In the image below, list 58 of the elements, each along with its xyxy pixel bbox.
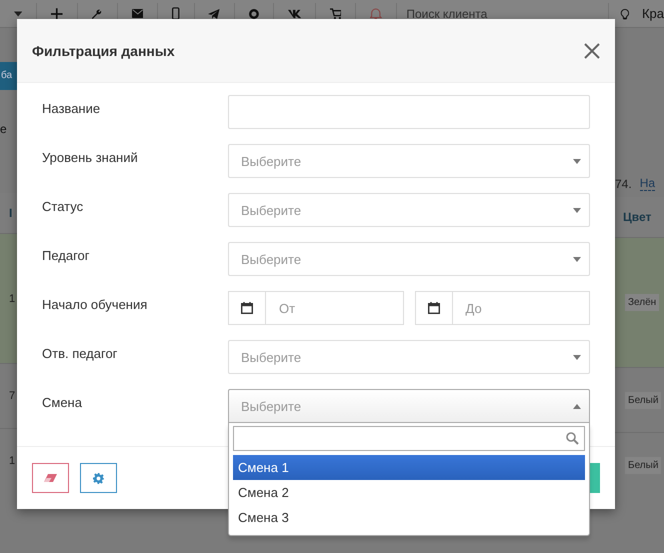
- count-text: 74.: [615, 176, 632, 190]
- search-field[interactable]: [233, 426, 585, 451]
- field-label: Название: [42, 100, 102, 118]
- caret-icon[interactable]: [14, 10, 22, 16]
- clear-button[interactable]: [32, 463, 69, 493]
- mail-icon[interactable]: [132, 8, 144, 19]
- vk-icon[interactable]: [288, 8, 301, 18]
- dialog-title: Фильтрация данных: [32, 42, 175, 58]
- field-label: Смена: [42, 394, 83, 412]
- field-label: Отв. педагог: [42, 345, 118, 363]
- date-field[interactable]: От: [228, 291, 404, 325]
- caret-icon: [573, 354, 581, 360]
- caret-icon: [573, 158, 581, 164]
- eraser-icon: [44, 474, 57, 482]
- settings-link[interactable]: На: [640, 176, 656, 191]
- table-cell: 1: [9, 455, 16, 467]
- select-field[interactable]: Выберите: [228, 242, 590, 276]
- table-cell: 1: [9, 292, 16, 304]
- add-button[interactable]: ба: [0, 62, 17, 90]
- close-icon[interactable]: [584, 42, 600, 58]
- dropdown-option[interactable]: Смена 3: [233, 505, 585, 530]
- phone-icon[interactable]: [172, 6, 180, 21]
- page-text: е: [0, 122, 8, 138]
- ring-icon[interactable]: [248, 6, 259, 20]
- select-field[interactable]: Выберите: [228, 193, 590, 227]
- search-field[interactable]: Поиск клиента: [406, 6, 604, 20]
- gear-icon: [93, 472, 104, 484]
- select-field[interactable]: Выберите: [228, 340, 590, 374]
- paper-plane-icon[interactable]: [208, 8, 220, 20]
- input-field[interactable]: [228, 95, 590, 129]
- color-tag: Зелён: [625, 294, 660, 311]
- settings-button[interactable]: [80, 463, 117, 493]
- field-label: Статус: [42, 198, 84, 216]
- field-label: Начало обучения: [42, 296, 148, 314]
- caret-icon: [573, 404, 581, 408]
- field-label: Педагог: [42, 247, 91, 265]
- table-cell: 7: [9, 390, 16, 402]
- color-tag: Белый: [625, 456, 662, 474]
- calendar-icon: [428, 302, 440, 314]
- column-header: I: [9, 206, 12, 220]
- cart-icon[interactable]: [330, 6, 342, 20]
- bell-icon[interactable]: [370, 6, 382, 21]
- date-field[interactable]: До: [414, 291, 590, 325]
- dropdown-option[interactable]: Смена 1: [233, 455, 585, 480]
- user-label[interactable]: Кра: [642, 6, 664, 21]
- column-header: Цвет: [623, 210, 652, 224]
- search-icon: [566, 432, 579, 445]
- dropdown-option[interactable]: Смена 2: [233, 480, 585, 505]
- caret-icon: [573, 208, 581, 212]
- color-tag: Белый: [625, 392, 662, 408]
- field-label: Уровень знаний: [42, 149, 139, 167]
- select-field[interactable]: Выберите: [228, 389, 590, 423]
- calendar-icon: [241, 302, 253, 314]
- lightbulb-icon: [620, 6, 630, 20]
- select-field[interactable]: Выберите: [228, 144, 590, 178]
- caret-icon: [573, 256, 581, 262]
- plus-icon[interactable]: [51, 6, 63, 20]
- wrench-icon[interactable]: [91, 6, 103, 20]
